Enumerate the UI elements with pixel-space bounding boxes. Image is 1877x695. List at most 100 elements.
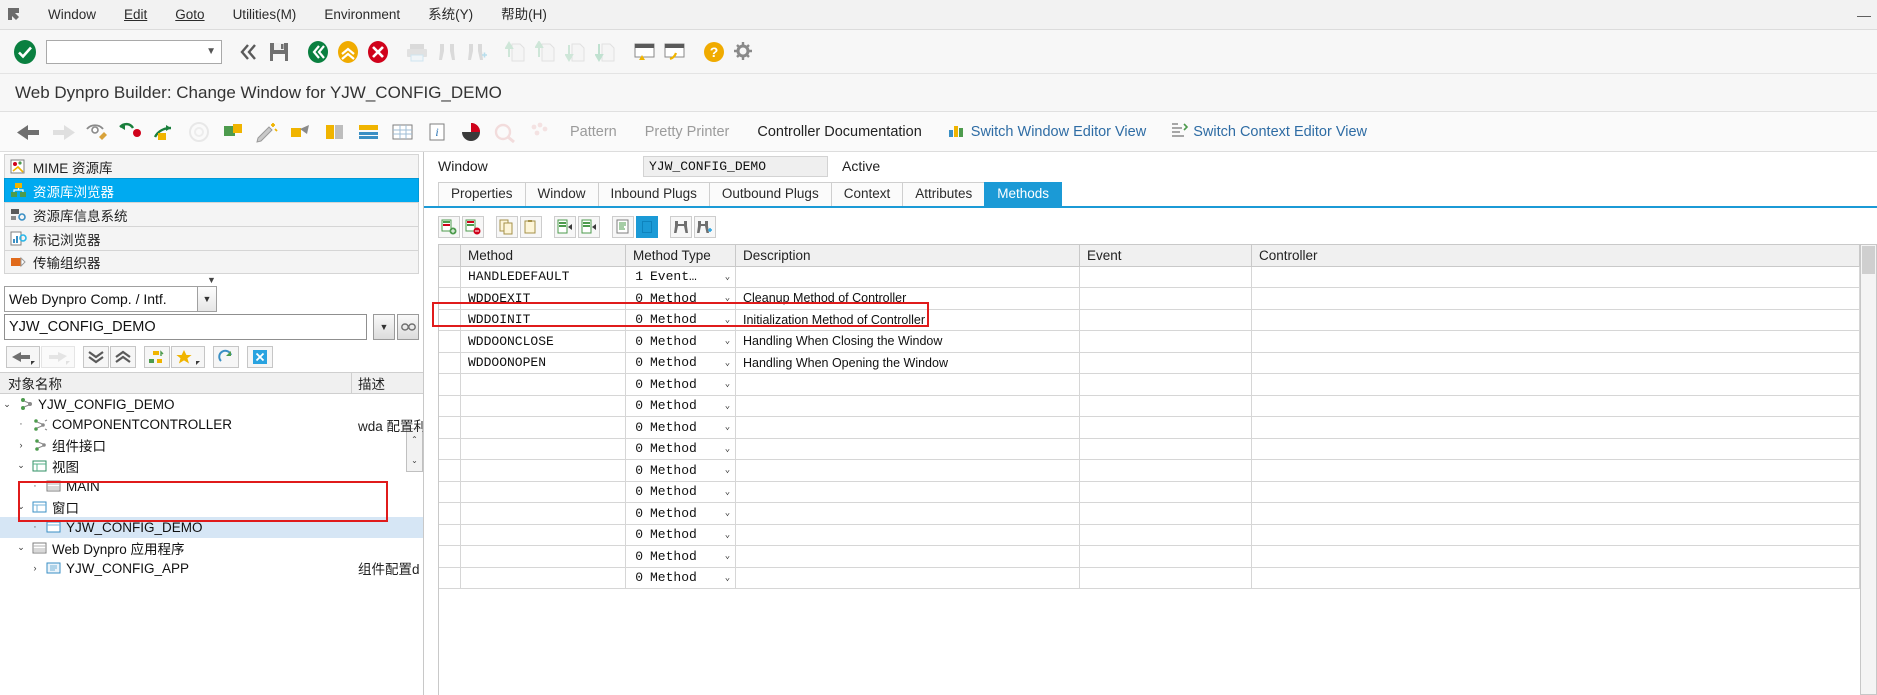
cell-description[interactable] xyxy=(736,438,1080,460)
tree-row[interactable]: › 组件接口 xyxy=(0,435,423,456)
customize-local-layout-icon[interactable] xyxy=(729,35,759,69)
table-row[interactable]: 0 Method ⌄ xyxy=(439,567,1860,589)
table-row[interactable]: WDDOONOPEN 0 Method ⌄ Handling When Open… xyxy=(439,352,1860,374)
where-used-icon[interactable] xyxy=(250,116,284,148)
sidebar-item-repository-browser[interactable]: 资源库浏览器 xyxy=(4,178,419,202)
row-select-cell[interactable] xyxy=(439,438,461,460)
tab-properties[interactable]: Properties xyxy=(438,182,526,206)
collapse-nav-caret[interactable]: ▼ xyxy=(0,274,423,286)
row-select-cell[interactable] xyxy=(439,395,461,417)
menu-item-environment[interactable]: Environment xyxy=(310,0,414,30)
tab-inbound-plugs[interactable]: Inbound Plugs xyxy=(597,182,710,206)
cell-description[interactable] xyxy=(736,395,1080,417)
cell-description[interactable] xyxy=(736,460,1080,482)
row-select-cell[interactable] xyxy=(439,546,461,568)
cell-event[interactable] xyxy=(1080,524,1252,546)
cell-controller[interactable] xyxy=(1252,374,1860,396)
cell-method[interactable] xyxy=(461,438,626,460)
paste-icon[interactable] xyxy=(520,216,542,238)
cell-description[interactable]: Initialization Method of Controller xyxy=(736,309,1080,331)
chevron-down-icon[interactable]: ⌄ xyxy=(720,573,735,583)
switch-window-editor-view-button[interactable]: Switch Window Editor View xyxy=(936,122,1158,141)
chevron-down-icon[interactable]: ⌄ xyxy=(720,444,735,454)
tree-refresh-button[interactable] xyxy=(213,346,239,368)
minimize-icon[interactable]: — xyxy=(1857,7,1871,23)
table-row[interactable]: 0 Method ⌄ xyxy=(439,438,1860,460)
column-header-controller[interactable]: Controller xyxy=(1252,245,1860,267)
cell-method[interactable] xyxy=(461,417,626,439)
cell-event[interactable] xyxy=(1080,481,1252,503)
sidebar-item-transport-organizer[interactable]: 传输组织器 xyxy=(4,250,419,274)
insert-cut-row-icon[interactable] xyxy=(578,216,600,238)
cell-event[interactable] xyxy=(1080,352,1252,374)
cell-method-type[interactable]: 0 Method ⌄ xyxy=(626,395,736,417)
back-green-icon[interactable] xyxy=(303,35,333,69)
cell-event[interactable] xyxy=(1080,546,1252,568)
chevron-down-icon[interactable]: ⌄ xyxy=(720,293,735,303)
tree-close-button[interactable] xyxy=(247,346,273,368)
cell-event[interactable] xyxy=(1080,395,1252,417)
cell-method-type[interactable]: 0 Method ⌄ xyxy=(626,417,736,439)
cut-row-icon[interactable] xyxy=(554,216,576,238)
cell-description[interactable] xyxy=(736,546,1080,568)
row-select-cell[interactable] xyxy=(439,460,461,482)
insert-row-green-icon[interactable] xyxy=(438,216,460,238)
cell-method[interactable] xyxy=(461,460,626,482)
menu-item-help[interactable]: 帮助(H) xyxy=(487,0,561,30)
cell-controller[interactable] xyxy=(1252,481,1860,503)
browse-object-button[interactable] xyxy=(397,314,419,340)
table-row[interactable]: 0 Method ⌄ xyxy=(439,546,1860,568)
tab-attributes[interactable]: Attributes xyxy=(902,182,986,206)
dropdown-history-button[interactable]: ▼ xyxy=(373,314,395,340)
row-select-cell[interactable] xyxy=(439,503,461,525)
switch-context-editor-view-button[interactable]: Switch Context Editor View xyxy=(1158,122,1379,141)
display-change-icon[interactable] xyxy=(80,116,114,148)
table-row[interactable]: 0 Method ⌄ xyxy=(439,395,1860,417)
table-row[interactable]: WDDOINIT 0 Method ⌄ Initialization Metho… xyxy=(439,309,1860,331)
cell-event[interactable] xyxy=(1080,266,1252,288)
cell-event[interactable] xyxy=(1080,331,1252,353)
chevron-down-icon[interactable]: ▼ xyxy=(206,46,216,57)
chevron-down-icon[interactable]: ⌄ xyxy=(720,530,735,540)
binoculars-icon[interactable] xyxy=(670,216,692,238)
command-input[interactable] xyxy=(49,41,199,62)
sidebar-item-tag-browser[interactable]: 标记浏览器 xyxy=(4,226,419,250)
table-row[interactable]: WDDOONCLOSE 0 Method ⌄ Handling When Clo… xyxy=(439,331,1860,353)
cell-description[interactable] xyxy=(736,266,1080,288)
tree-hierarchy-button[interactable] xyxy=(144,346,170,368)
tree-expand-all-button[interactable] xyxy=(83,346,109,368)
tab-methods[interactable]: Methods xyxy=(984,182,1063,206)
cell-description[interactable] xyxy=(736,417,1080,439)
delete-row-red-icon[interactable] xyxy=(462,216,484,238)
table-row[interactable]: 0 Method ⌄ xyxy=(439,524,1860,546)
tree-collapse-all-button[interactable] xyxy=(110,346,136,368)
cell-controller[interactable] xyxy=(1252,503,1860,525)
back-arrow-icon[interactable] xyxy=(12,116,46,148)
tree-row[interactable]: · YJW_CONFIG_DEMO xyxy=(0,517,423,538)
layout-designer-icon[interactable] xyxy=(318,116,352,148)
chevron-right-icon[interactable]: › xyxy=(14,440,28,450)
highlight-icon[interactable] xyxy=(636,216,658,238)
table-row[interactable]: 0 Method ⌄ xyxy=(439,481,1860,503)
tree-row[interactable]: › YJW_CONFIG_APP 组件配置d xyxy=(0,558,423,579)
tree-row[interactable]: ⌄ Web Dynpro 应用程序 xyxy=(0,538,423,559)
cancel-red-icon[interactable] xyxy=(363,35,393,69)
cell-description[interactable] xyxy=(736,481,1080,503)
cell-method-type[interactable]: 0 Method ⌄ xyxy=(626,331,736,353)
scrollbar-thumb[interactable] xyxy=(1862,246,1875,274)
cell-event[interactable] xyxy=(1080,567,1252,589)
tab-outbound-plugs[interactable]: Outbound Plugs xyxy=(708,182,832,206)
controller-documentation-button[interactable]: Controller Documentation xyxy=(743,116,935,148)
tree-row[interactable]: ⌄ 视图 xyxy=(0,456,423,477)
cell-controller[interactable] xyxy=(1252,395,1860,417)
cell-method[interactable] xyxy=(461,481,626,503)
cell-event[interactable] xyxy=(1080,309,1252,331)
save-icon[interactable] xyxy=(264,35,294,69)
cell-description[interactable] xyxy=(736,567,1080,589)
create-shortcut-icon[interactable] xyxy=(660,35,690,69)
menu-item-system[interactable]: 系统(Y) xyxy=(414,0,487,30)
chevron-down-icon[interactable]: ⌄ xyxy=(720,401,735,411)
cell-controller[interactable] xyxy=(1252,460,1860,482)
table-row[interactable]: 0 Method ⌄ xyxy=(439,374,1860,396)
chevron-down-icon[interactable]: ⌄ xyxy=(720,508,735,518)
